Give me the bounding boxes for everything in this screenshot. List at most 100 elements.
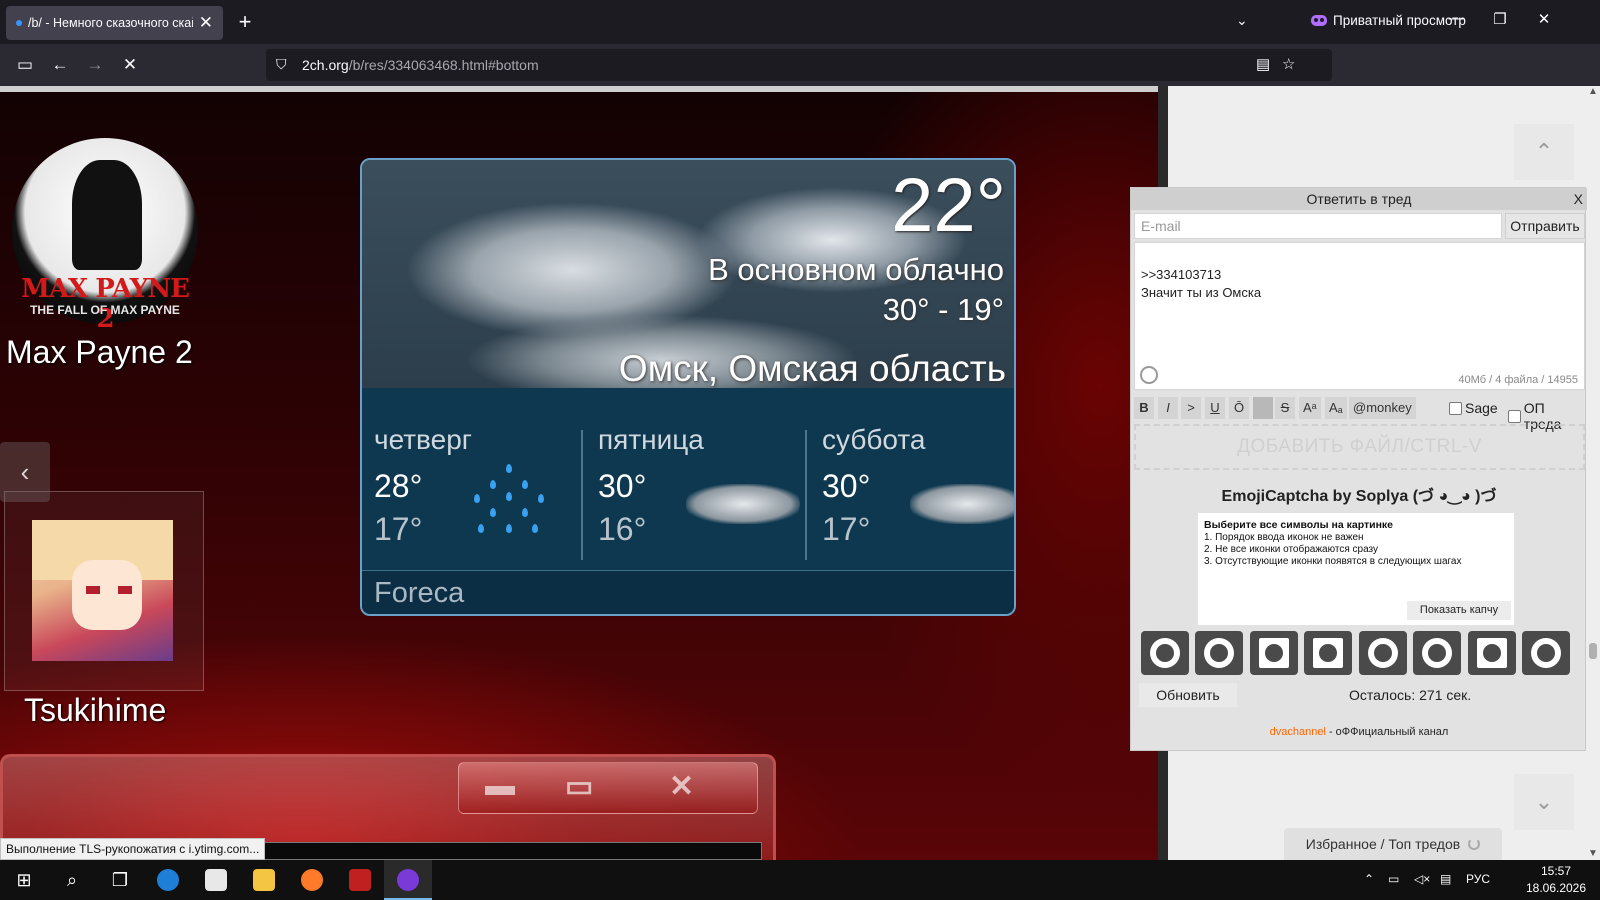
reply-form-title: Ответить в тред [1306, 191, 1412, 207]
page-scrollbar[interactable]: ▲ ▼ [1586, 86, 1600, 860]
cloud-icon [686, 484, 800, 524]
back-icon[interactable]: ← [47, 53, 73, 77]
format-superscript-button[interactable]: Aᵃ [1299, 397, 1321, 419]
captcha-instructions-title: Выберите все символы на картинке [1204, 519, 1394, 531]
reply-form-header[interactable]: Ответить в тред X [1131, 188, 1587, 210]
store-icon[interactable] [192, 860, 240, 900]
laptop-icon[interactable] [1304, 631, 1352, 675]
permissions-icon[interactable]: ⛉ [276, 56, 287, 73]
stop-icon[interactable]: ✕ [117, 53, 143, 77]
close-window-icon[interactable]: ✕ [1532, 10, 1556, 28]
captcha-instruction: 1. Порядок ввода иконок не важен [1204, 532, 1364, 543]
taskbar-clock[interactable]: 15:57 18.06.2026 [1516, 863, 1596, 897]
anime-face [72, 560, 142, 630]
file-explorer-icon[interactable] [240, 860, 288, 900]
aero-window-controls: ▬ ▭ ✕ [458, 762, 758, 814]
captcha-instruction: 2. Не все иконки отображаются сразу [1204, 544, 1379, 555]
reply-form: Ответить в тред X E-mail Отправить >>334… [1130, 187, 1587, 751]
tab-title: /b/ - Немного сказочного скай [28, 16, 193, 30]
sage-label: Sage [1465, 400, 1498, 416]
format-bold-button[interactable]: B [1134, 397, 1154, 419]
message-textarea[interactable]: >>334103713 Значит ты из Омска 40Мб / 4 … [1134, 242, 1585, 390]
url-host: 2ch.org [302, 57, 349, 73]
crazy-face-icon[interactable] [1195, 631, 1243, 675]
minimize-window-icon[interactable]: — [1444, 10, 1468, 27]
forecast-high: 30° [822, 468, 871, 504]
tsukihime-anime-icon [32, 520, 173, 661]
firefox-private-icon[interactable] [384, 860, 432, 900]
aero-close-icon: ✕ [669, 770, 695, 803]
grid-icon[interactable] [1250, 631, 1298, 675]
sidebar-icon[interactable]: ▭ [12, 53, 38, 77]
send-button[interactable]: Отправить [1505, 213, 1585, 239]
channel-suffix: - оФФициальный канал [1325, 726, 1449, 738]
restore-window-icon[interactable]: ❐ [1488, 10, 1512, 28]
firefox-icon[interactable] [288, 860, 336, 900]
url-path: /b/res/334063468.html#bottom [348, 57, 539, 73]
sage-checkbox-box[interactable] [1449, 401, 1462, 415]
op-checkbox-box[interactable] [1508, 409, 1521, 423]
2ch-app-icon[interactable] [336, 860, 384, 900]
format-italic-button[interactable]: I [1158, 397, 1178, 419]
format-subscript-button[interactable]: Aₐ [1325, 397, 1347, 419]
browser-status-tooltip: Выполнение TLS-рукопожатия с i.ytimg.com… [0, 838, 266, 860]
file-dropzone[interactable]: ДОБАВИТЬ ФАЙЛ/CTRL-V [1134, 424, 1585, 470]
moon-star-icon[interactable] [1468, 631, 1516, 675]
prev-image-chevron-icon[interactable]: ‹ [0, 442, 50, 502]
forecast-high: 30° [598, 468, 647, 504]
format-spoiler-button[interactable] [1253, 397, 1273, 419]
aero-maximize-icon: ▭ [565, 770, 594, 803]
pumpkin-icon[interactable] [1141, 631, 1189, 675]
new-tab-button[interactable]: + [232, 9, 258, 35]
forward-icon[interactable]: → [82, 53, 108, 77]
captcha-box: Выберите все символы на картинке 1. Поря… [1198, 513, 1514, 625]
scrollbar-thumb[interactable] [1589, 643, 1597, 659]
globe-icon[interactable] [1413, 631, 1461, 675]
weather-condition: В основном облачно [708, 252, 1004, 287]
url-bar[interactable]: ⛉ 2ch.org/b/res/334063468.html#bottom ▤ … [266, 49, 1332, 81]
forecast-day-name: четверг [374, 424, 472, 455]
monkey-button[interactable]: @monkey [1349, 397, 1416, 419]
browser-tab[interactable]: /b/ - Немного сказочного скай ✕ [6, 6, 223, 40]
maxpayne-logo-sub: THE FALL OF MAX PAYNE [30, 303, 180, 317]
format-overline-button[interactable]: Ō [1229, 397, 1249, 419]
reader-icon[interactable]: ▤ [1256, 55, 1270, 73]
bear-icon[interactable] [1522, 631, 1570, 675]
reply-close-button[interactable]: X [1574, 188, 1583, 210]
scroll-up-arrow-icon[interactable]: ▲ [1588, 86, 1598, 97]
volume-muted-icon[interactable]: ◁× [1414, 872, 1430, 886]
forecast-low: 17° [374, 511, 423, 547]
swimmer-icon[interactable] [1359, 631, 1407, 675]
favorites-button[interactable]: Избранное / Топ тредов [1284, 828, 1502, 860]
channel-link[interactable]: dvachannel [1270, 726, 1326, 738]
page-viewport: MAX PAYNE 2 THE FALL OF MAX PAYNE Max Pa… [0, 86, 1600, 860]
email-field[interactable]: E-mail [1134, 213, 1502, 239]
loading-spinner-icon [1468, 838, 1481, 850]
captcha-refresh-button[interactable]: Обновить [1139, 683, 1237, 707]
edge-icon[interactable] [144, 860, 192, 900]
bookmark-star-icon[interactable]: ☆ [1282, 55, 1295, 73]
task-view-icon[interactable]: ❐ [96, 860, 144, 900]
url-text[interactable]: 2ch.org/b/res/334063468.html#bottom [302, 57, 539, 73]
input-language[interactable]: РУС [1466, 872, 1490, 886]
scroll-down-arrow-icon[interactable]: ▼ [1588, 848, 1598, 859]
emoji-picker-icon[interactable] [1140, 366, 1158, 384]
clock-time: 15:57 [1540, 864, 1572, 878]
search-icon[interactable]: ⌕ [48, 860, 96, 900]
message-text: >>334103713 Значит ты из Омска [1141, 267, 1262, 300]
maxpayne-figure [72, 160, 142, 270]
sage-checkbox[interactable]: Sage [1449, 400, 1498, 416]
tray-chevron-up-icon[interactable]: ⌃ [1364, 872, 1374, 886]
network-icon[interactable]: ▭ [1388, 872, 1399, 886]
scroll-top-chevron-icon[interactable]: ⌃ [1514, 124, 1574, 180]
windows-start-icon[interactable]: ⊞ [0, 860, 48, 900]
format-underline-button[interactable]: U [1205, 397, 1225, 419]
show-captcha-button[interactable]: Показать капчу [1407, 601, 1511, 620]
format-quote-button[interactable]: > [1181, 397, 1201, 419]
format-strike-button[interactable]: S [1275, 397, 1295, 419]
tab-list-chevron-icon[interactable]: ⌄ [1236, 12, 1248, 29]
scroll-bottom-chevron-icon[interactable]: ⌄ [1514, 774, 1574, 830]
tab-close-icon[interactable]: ✕ [199, 13, 213, 33]
notifications-icon[interactable]: ▤ [1440, 872, 1451, 886]
browser-titlebar: /b/ - Немного сказочного скай ✕ + ⌄ Прив… [0, 0, 1600, 44]
